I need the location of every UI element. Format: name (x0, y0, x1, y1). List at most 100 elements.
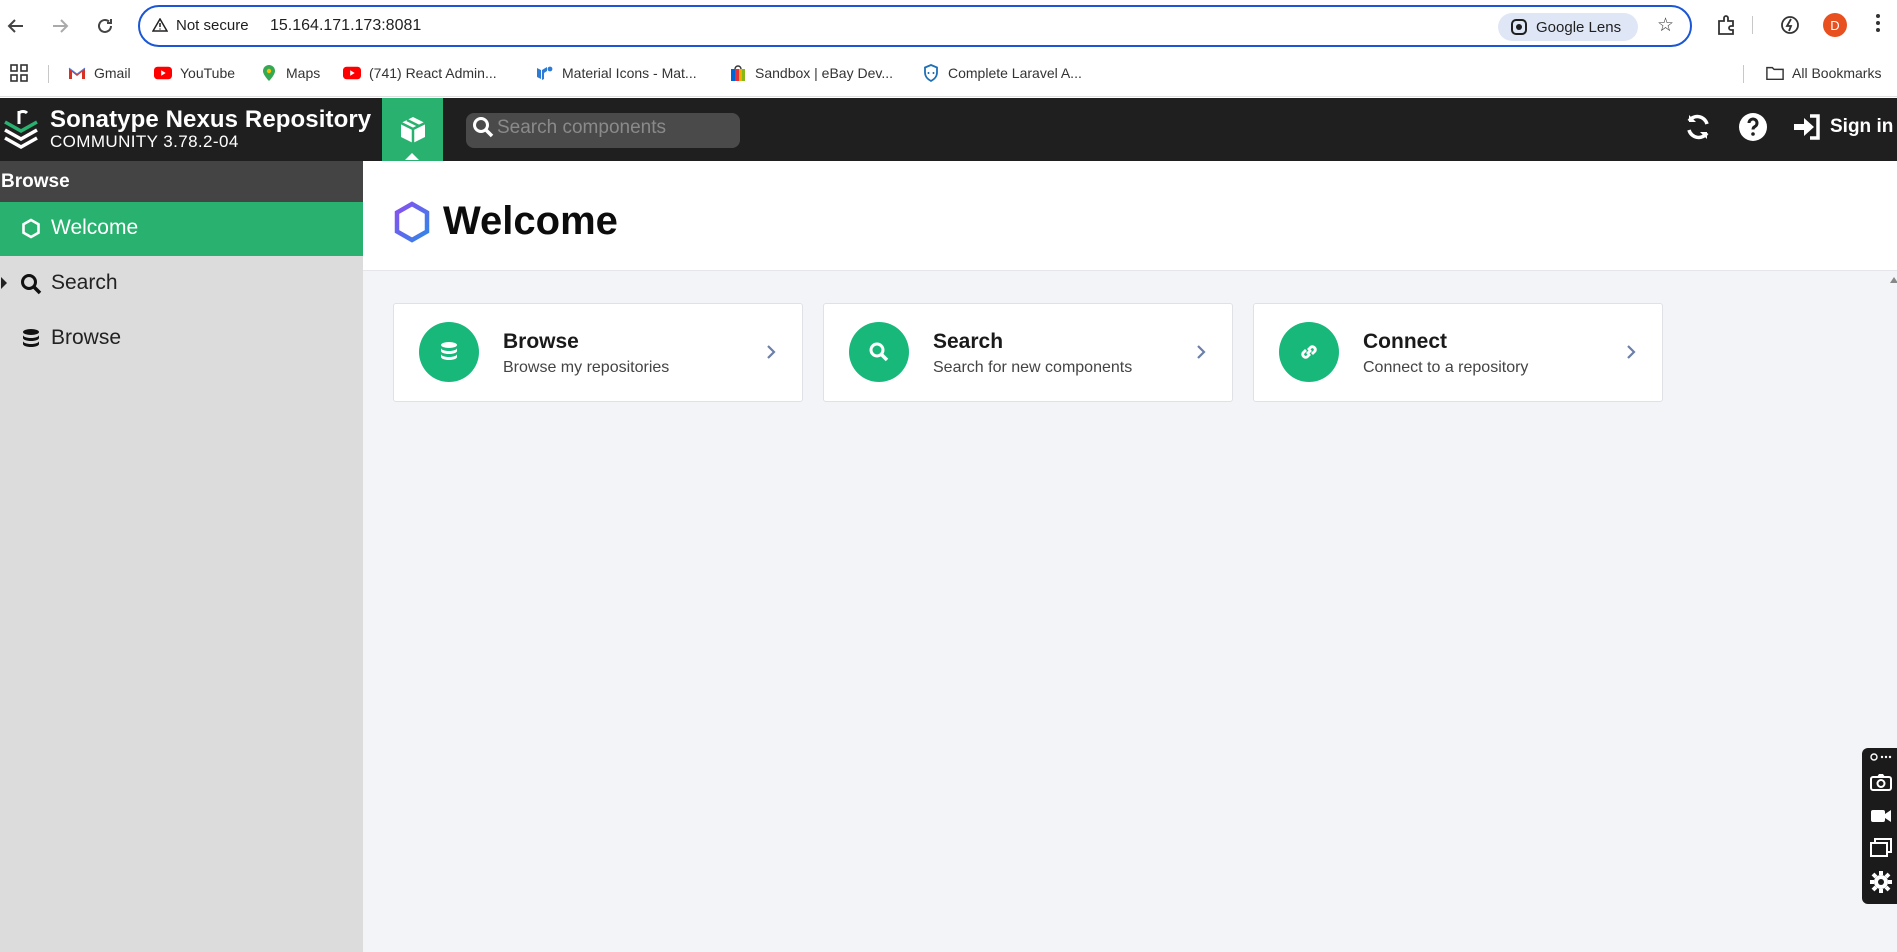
chevron-right-icon (1197, 345, 1206, 359)
bookmark-maps[interactable]: Maps (260, 62, 320, 84)
capture-menu-icon[interactable] (1869, 750, 1893, 764)
forward-button[interactable] (44, 10, 76, 42)
maps-icon (260, 65, 278, 81)
gear-icon[interactable] (1869, 870, 1893, 894)
sign-in-icon (1794, 114, 1820, 140)
sidebar-item-welcome[interactable]: Welcome (0, 202, 363, 256)
bookmark-gmail[interactable]: Gmail (68, 62, 131, 84)
sidebar-item-browse[interactable]: Browse (0, 312, 363, 366)
performance-icon[interactable] (1777, 12, 1803, 38)
extensions-icon[interactable] (1713, 12, 1739, 38)
sidebar-item-search[interactable]: Search (0, 257, 363, 311)
bookmark-laravel[interactable]: Complete Laravel A... (922, 62, 1082, 84)
help-icon (1739, 113, 1767, 141)
browser-toolbar: Not secure 15.164.171.173:8081 Google Le… (0, 0, 1897, 52)
bookmarks-bar: Gmail YouTube Maps (741) React Admin... … (0, 52, 1897, 97)
bookmark-react-admin[interactable]: (741) React Admin... (343, 62, 497, 84)
shield-icon (922, 64, 940, 82)
floating-capture-toolbar (1862, 748, 1897, 904)
google-lens-button[interactable]: Google Lens (1498, 13, 1638, 41)
sidebar: Browse Welcome Search Browse (0, 161, 363, 952)
scroll-up-arrow-icon[interactable] (1890, 277, 1897, 283)
browse-card[interactable]: Browse Browse my repositories (393, 303, 803, 402)
active-tab-caret (405, 153, 419, 160)
bookmarks-divider (1743, 65, 1744, 83)
chrome-menu-icon[interactable] (1875, 14, 1881, 36)
card-title: Browse (503, 330, 579, 353)
youtube-icon (343, 65, 361, 81)
bookmark-label: Sandbox | eBay Dev... (755, 65, 894, 81)
search-icon (849, 322, 909, 382)
warning-icon (152, 18, 168, 32)
card-title: Search (933, 330, 1004, 353)
bookmark-label: YouTube (180, 65, 236, 81)
bookmark-ebay-sandbox[interactable]: Sandbox | eBay Dev... (729, 62, 893, 84)
bookmark-material-icons[interactable]: Material Icons - Mat... (536, 62, 697, 84)
apps-grid-icon[interactable] (10, 62, 28, 84)
bookmark-label: Maps (286, 65, 321, 81)
toolbar-divider (1752, 16, 1753, 34)
address-bar[interactable]: Not secure 15.164.171.173:8081 Google Le… (138, 5, 1692, 47)
window-capture-icon[interactable] (1869, 836, 1893, 860)
sidebar-header: Browse (0, 161, 363, 202)
search-card[interactable]: Search Search for new components (823, 303, 1233, 402)
app-header: Sonatype Nexus Repository COMMUNITY 3.78… (0, 98, 1897, 161)
all-bookmarks-button[interactable]: All Bookmarks (1766, 62, 1881, 84)
chevron-right-icon (1627, 345, 1636, 359)
hexagon-icon (20, 218, 42, 240)
sign-in-label: Sign in (1830, 116, 1894, 137)
all-bookmarks-label: All Bookmarks (1792, 65, 1882, 81)
expand-arrow-icon[interactable] (1, 277, 7, 289)
refresh-icon (1687, 114, 1709, 140)
material-icon (536, 65, 554, 81)
camera-icon[interactable] (1869, 770, 1893, 794)
reload-button[interactable] (89, 10, 121, 42)
search-icon (473, 117, 494, 138)
lens-icon (1511, 19, 1527, 35)
app-name: Sonatype Nexus Repository (50, 106, 372, 133)
link-icon (1279, 322, 1339, 382)
sign-in-button[interactable]: Sign in (1792, 112, 1893, 142)
url-text[interactable]: 15.164.171.173:8081 (270, 17, 421, 35)
card-description: Browse my repositories (503, 359, 670, 376)
database-icon (419, 322, 479, 382)
back-button[interactable] (0, 10, 32, 42)
lens-label: Google Lens (1536, 18, 1622, 36)
connect-card[interactable]: Connect Connect to a repository (1253, 303, 1663, 402)
search-icon (20, 273, 42, 295)
security-indicator[interactable]: Not secure (176, 17, 249, 34)
browse-mode-button[interactable] (382, 98, 443, 161)
sidebar-item-label: Browse (51, 326, 122, 349)
cube-icon (399, 116, 426, 143)
ebay-icon (729, 65, 747, 81)
bookmarks-divider (48, 65, 49, 83)
folder-icon (1766, 65, 1784, 81)
app-edition: COMMUNITY 3.78.2-04 (50, 132, 239, 151)
main-content: Welcome Browse Browse my repositories Se… (363, 161, 1897, 952)
youtube-icon (154, 65, 172, 81)
database-icon (20, 328, 42, 350)
reload-icon (98, 18, 112, 33)
video-camera-icon[interactable] (1869, 804, 1893, 828)
hexagon-logo-icon (394, 201, 430, 243)
bookmark-label: Complete Laravel A... (948, 65, 1082, 81)
profile-avatar[interactable]: D (1823, 13, 1847, 37)
card-title: Connect (1363, 330, 1447, 353)
component-search-input[interactable] (497, 113, 732, 143)
chevron-right-icon (767, 345, 776, 359)
back-arrow-icon (7, 19, 23, 33)
bookmark-youtube[interactable]: YouTube (154, 62, 235, 84)
bookmark-star-icon[interactable]: ☆ (1657, 16, 1674, 36)
refresh-button[interactable] (1682, 111, 1714, 143)
bookmark-label: Gmail (94, 65, 131, 81)
bookmark-label: (741) React Admin... (369, 65, 497, 81)
gmail-icon (68, 65, 86, 81)
help-button[interactable] (1737, 111, 1769, 143)
forward-arrow-icon (53, 19, 69, 33)
page-header: Welcome (363, 161, 1897, 271)
bookmark-label: Material Icons - Mat... (562, 65, 697, 81)
page-title: Welcome (443, 199, 618, 243)
card-description: Search for new components (933, 359, 1133, 376)
sidebar-item-label: Welcome (51, 216, 139, 239)
sonatype-logo-icon (4, 110, 38, 150)
